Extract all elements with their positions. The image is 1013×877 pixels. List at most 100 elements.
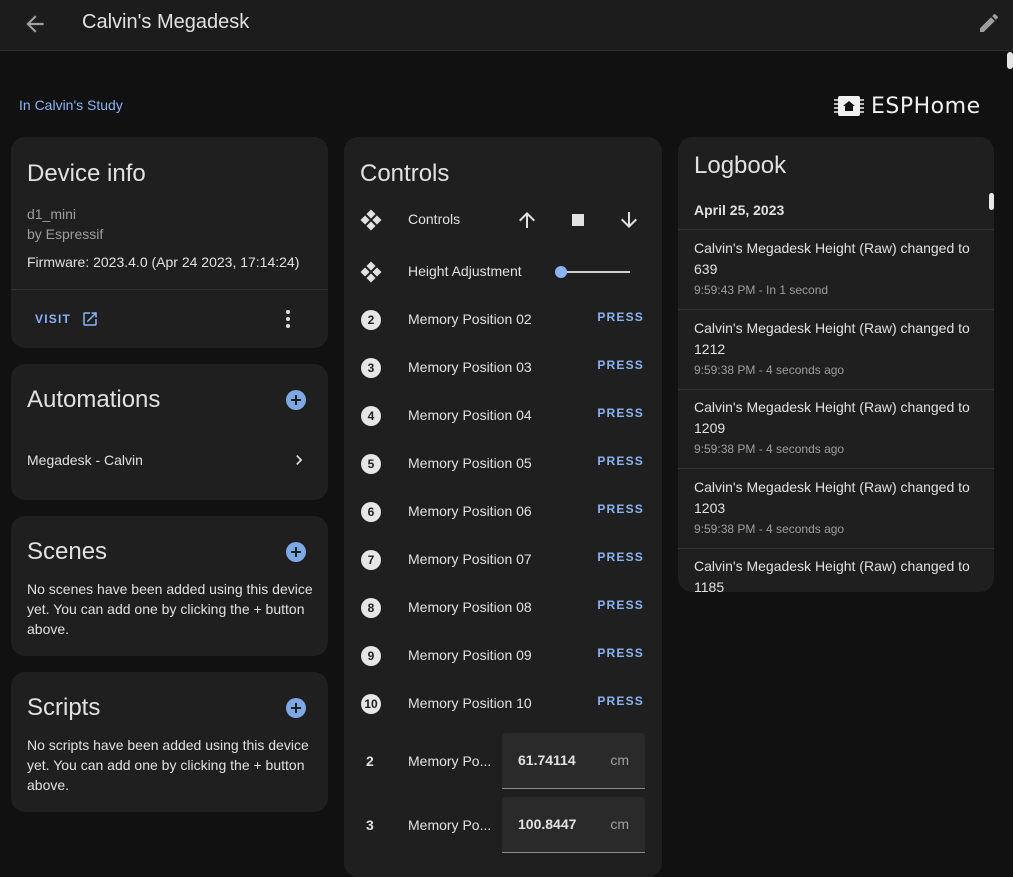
press-button[interactable]: PRESS xyxy=(597,358,644,372)
logbook-entry[interactable]: Calvin's Megadesk Height (Raw) changed t… xyxy=(678,469,994,549)
height-adjustment-row: Height Adjustment xyxy=(344,248,662,296)
more-vertical-icon[interactable] xyxy=(276,307,300,331)
cover-icon xyxy=(360,209,382,231)
number-input-field[interactable]: 61.74114 cm xyxy=(502,733,645,789)
memory-position-label: Memory Position 07 xyxy=(408,551,532,567)
logbook-title: Logbook xyxy=(694,152,787,179)
numeric-3-circle-icon: 3 xyxy=(361,358,381,378)
memory-position-button-row: 2 Memory Position 02 PRESS xyxy=(344,296,662,344)
number-entity-label: Memory Po... xyxy=(408,817,492,833)
memory-position-label: Memory Position 03 xyxy=(408,359,532,375)
memory-position-button-row: 5 Memory Position 05 PRESS xyxy=(344,440,662,488)
numeric-8-circle-icon: 8 xyxy=(361,598,381,618)
slider-thumb[interactable] xyxy=(555,266,567,278)
automations-title: Automations xyxy=(27,386,161,413)
memory-position-button-row: 6 Memory Position 06 PRESS xyxy=(344,488,662,536)
press-button[interactable]: PRESS xyxy=(597,454,644,468)
slider-track xyxy=(560,271,630,273)
device-model: d1_mini xyxy=(27,206,77,222)
numeric-6-circle-icon: 6 xyxy=(361,502,381,522)
numeric-3-icon: 3 xyxy=(366,817,374,833)
press-button[interactable]: PRESS xyxy=(597,502,644,516)
chevron-right-icon xyxy=(296,455,303,465)
back-arrow-icon[interactable] xyxy=(22,11,48,37)
arrow-up-icon[interactable] xyxy=(515,208,539,232)
memory-position-label: Memory Position 09 xyxy=(408,647,532,663)
logbook-entry-message: Calvin's Megadesk Height (Raw) changed t… xyxy=(694,478,970,516)
esphome-wordmark: ESPHome xyxy=(871,93,981,119)
esphome-chip-icon xyxy=(834,96,864,116)
page-title: Calvin's Megadesk xyxy=(82,11,250,33)
numeric-5-circle-icon: 5 xyxy=(361,454,381,474)
logbook-entry-message: Calvin's Megadesk Height (Raw) changed t… xyxy=(694,558,970,592)
number-unit: cm xyxy=(610,752,629,768)
logbook-entry[interactable]: Calvin's Megadesk Height (Raw) changed t… xyxy=(678,230,994,310)
memory-position-label: Memory Position 06 xyxy=(408,503,532,519)
add-automation-button[interactable] xyxy=(286,390,306,410)
area-link[interactable]: In Calvin's Study xyxy=(19,97,123,113)
page-scrollbar[interactable] xyxy=(1007,52,1013,69)
pencil-icon[interactable] xyxy=(977,11,1001,35)
logbook-entry[interactable]: Calvin's Megadesk Height (Raw) changed t… xyxy=(678,310,994,390)
add-scene-button[interactable] xyxy=(286,542,306,562)
memory-position-number-row: 3 Memory Po... 100.8447 cm xyxy=(344,797,662,853)
open-in-new-icon xyxy=(83,312,97,326)
scenes-title: Scenes xyxy=(27,538,108,565)
logbook-entry-time: 9:59:38 PM - 4 seconds ago xyxy=(694,442,845,456)
automation-item[interactable]: Megadesk - Calvin xyxy=(11,444,328,476)
logbook-entry-time: 9:59:38 PM - 4 seconds ago xyxy=(694,521,845,536)
press-button[interactable]: PRESS xyxy=(597,310,644,324)
memory-position-button-row: 7 Memory Position 07 PRESS xyxy=(344,536,662,584)
device-firmware: Firmware: 2023.4.0 (Apr 24 2023, 17:14:2… xyxy=(27,254,300,270)
memory-position-button-row: 9 Memory Position 09 PRESS xyxy=(344,632,662,680)
press-button[interactable]: PRESS xyxy=(597,646,644,660)
scripts-card: Scripts No scripts have been added using… xyxy=(11,672,328,812)
stop-icon[interactable] xyxy=(566,208,590,232)
cover-position-icon xyxy=(360,261,382,283)
add-script-button[interactable] xyxy=(286,698,306,718)
numeric-2-icon: 2 xyxy=(366,753,374,769)
number-unit: cm xyxy=(610,816,629,832)
height-adjustment-label: Height Adjustment xyxy=(408,263,522,279)
memory-position-label: Memory Position 05 xyxy=(408,455,532,471)
numeric-10-circle-icon: 10 xyxy=(361,694,381,714)
number-input-field[interactable]: 100.8447 cm xyxy=(502,797,645,853)
automation-label: Megadesk - Calvin xyxy=(27,452,143,468)
cover-label: Controls xyxy=(408,211,461,227)
press-button[interactable]: PRESS xyxy=(597,406,644,420)
logbook-entry-time: 9:59:43 PM - In 1 second xyxy=(694,283,829,297)
controls-card: Controls Controls Height Adjustment 2 Me… xyxy=(344,137,662,877)
logbook-entry[interactable]: Calvin's Megadesk Height (Raw) changed t… xyxy=(678,548,994,592)
esphome-logo: ESPHome xyxy=(833,92,981,120)
logbook-card: Logbook April 25, 2023 Calvin's Megadesk… xyxy=(678,137,994,592)
memory-position-button-row: 10 Memory Position 10 PRESS xyxy=(344,680,662,728)
visit-device-button[interactable]: VISIT xyxy=(27,308,99,330)
logbook-scrollbar[interactable] xyxy=(989,193,994,210)
numeric-7-circle-icon: 7 xyxy=(361,550,381,570)
memory-position-button-row: 3 Memory Position 03 PRESS xyxy=(344,344,662,392)
press-button[interactable]: PRESS xyxy=(597,550,644,564)
memory-position-button-row: 8 Memory Position 08 PRESS xyxy=(344,584,662,632)
memory-position-label: Memory Position 02 xyxy=(408,311,532,327)
device-manufacturer: by Espressif xyxy=(27,226,104,242)
cover-control-row: Controls xyxy=(344,196,662,244)
memory-position-label: Memory Position 10 xyxy=(408,695,532,711)
logbook-entry[interactable]: Calvin's Megadesk Height (Raw) changed t… xyxy=(678,389,994,469)
scripts-title: Scripts xyxy=(27,694,101,721)
memory-position-button-row: 4 Memory Position 04 PRESS xyxy=(344,392,662,440)
memory-position-label: Memory Position 04 xyxy=(408,407,532,423)
logbook-entry-message: Calvin's Megadesk Height (Raw) changed t… xyxy=(694,240,970,277)
height-slider[interactable] xyxy=(555,263,632,281)
arrow-down-icon[interactable] xyxy=(617,208,641,232)
visit-label: VISIT xyxy=(35,312,72,326)
number-entity-label: Memory Po... xyxy=(408,753,492,769)
numeric-9-circle-icon: 9 xyxy=(361,646,381,666)
device-info-title: Device info xyxy=(27,160,146,187)
logbook-entry-time: 9:59:38 PM - 4 seconds ago xyxy=(694,362,845,377)
numeric-4-circle-icon: 4 xyxy=(361,406,381,426)
top-app-bar: Calvin's Megadesk xyxy=(0,0,1013,51)
press-button[interactable]: PRESS xyxy=(597,694,644,708)
press-button[interactable]: PRESS xyxy=(597,598,644,612)
number-value: 100.8447 xyxy=(518,816,577,832)
logbook-date: April 25, 2023 xyxy=(694,202,785,218)
